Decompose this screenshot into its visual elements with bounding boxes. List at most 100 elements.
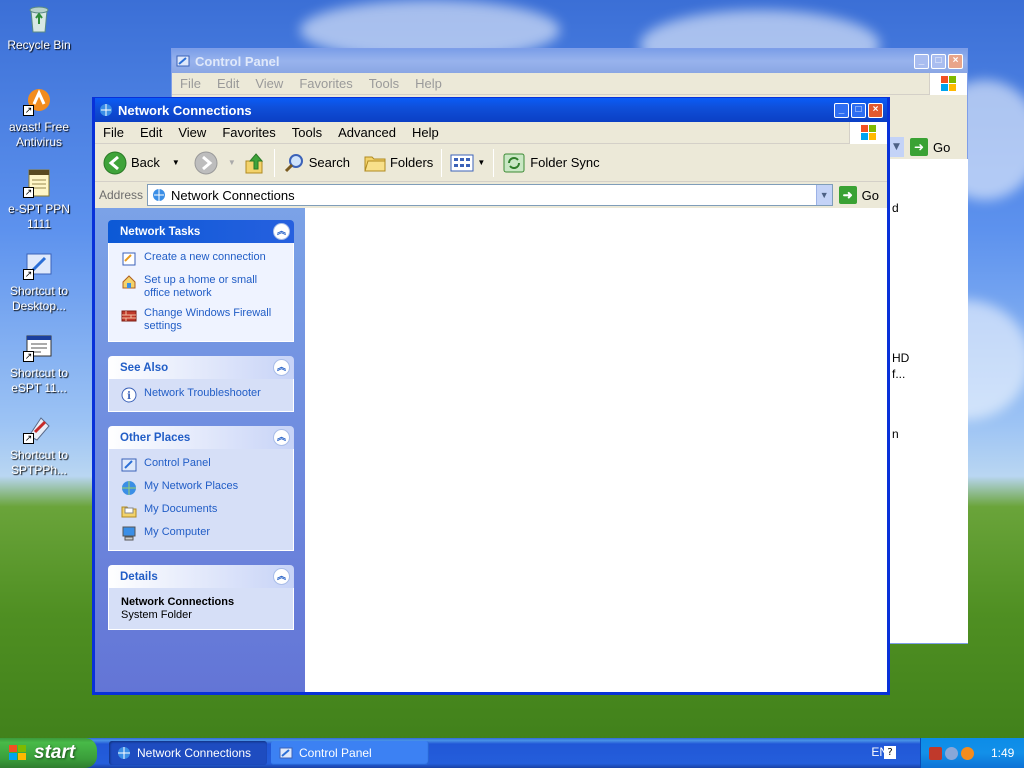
panel-title: See Also [120, 361, 169, 374]
menu-tools[interactable]: Tools [284, 125, 330, 140]
desktop-icon-shortcut-sptpph[interactable]: ↗ Shortcut to SPTPPh... [0, 412, 78, 478]
task-link-home-network[interactable]: Set up a home or small office network [121, 274, 285, 300]
taskbar-button-control-panel[interactable]: Control Panel [271, 741, 429, 765]
close-button[interactable]: × [948, 53, 963, 69]
back-label: Back [131, 155, 160, 170]
shortcut-arrow-icon: ↗ [23, 433, 34, 444]
address-dropdown-button[interactable]: ▼ [815, 185, 832, 205]
menu-tools[interactable]: Tools [361, 76, 407, 91]
menu-advanced[interactable]: Advanced [330, 125, 404, 140]
place-link-my-documents[interactable]: My Documents [121, 503, 285, 519]
network-tray-icon[interactable] [945, 746, 958, 760]
folder-view[interactable] [305, 208, 887, 692]
views-dropdown-icon: ▼ [477, 158, 486, 167]
windows-logo-icon [929, 73, 967, 95]
maximize-button[interactable]: □ [931, 53, 946, 69]
back-button[interactable]: Back ▼ [99, 148, 184, 178]
firewall-icon [121, 310, 137, 322]
views-icon [450, 154, 474, 171]
collapse-chevron-icon[interactable]: ︽ [273, 223, 290, 240]
folders-label: Folders [389, 155, 434, 170]
forward-arrow-icon [194, 151, 218, 174]
forward-dropdown-icon: ▼ [227, 158, 236, 167]
close-button[interactable]: × [868, 102, 883, 118]
panel-header[interactable]: See Also ︽ [108, 356, 294, 379]
menu-help[interactable]: Help [407, 76, 450, 91]
network-connections-window[interactable]: Network Connections _ □ × File Edit View… [92, 97, 890, 695]
back-arrow-icon [103, 151, 127, 174]
volume-icon[interactable] [929, 746, 942, 760]
desktop-icon-shortcut-espt[interactable]: ↗ Shortcut to eSPT 11... [0, 330, 78, 396]
start-button[interactable]: start [0, 738, 97, 768]
folder-sync-icon [503, 153, 525, 172]
taskbar-button-network-connections[interactable]: Network Connections [109, 741, 267, 765]
desktop-icon-shortcut-desktop[interactable]: ↗ Shortcut to Desktop... [0, 248, 78, 314]
task-label: Create a new connection [144, 251, 266, 263]
task-label: Change Windows Firewall settings [144, 307, 272, 332]
menu-view[interactable]: View [247, 76, 291, 91]
menu-bar: File Edit View Favorites Tools Advanced … [95, 122, 887, 144]
address-input[interactable]: Network Connections ▼ [147, 184, 833, 206]
details-panel: Details ︽ Network Connections System Fol… [108, 565, 294, 630]
desktop-icon-label: avast! Free Antivirus [8, 120, 70, 149]
minimize-button[interactable]: _ [834, 102, 849, 118]
control-panel-icon [121, 458, 137, 472]
place-link-my-network-places[interactable]: My Network Places [121, 480, 285, 496]
home-network-icon [122, 275, 136, 289]
menu-favorites[interactable]: Favorites [214, 125, 283, 140]
title-bar[interactable]: Control Panel _ □ × [172, 49, 967, 73]
panel-header[interactable]: Details ︽ [108, 565, 294, 588]
go-arrow-icon: ➜ [838, 186, 857, 204]
avast-tray-icon[interactable] [961, 746, 974, 760]
place-label: My Network Places [144, 480, 239, 492]
menu-edit[interactable]: Edit [132, 125, 170, 140]
panel-header[interactable]: Other Places ︽ [108, 426, 294, 449]
task-pane: Network Tasks ︽ Create a new connection … [95, 208, 305, 692]
menu-file[interactable]: File [172, 76, 209, 91]
desktop-icon-avast[interactable]: ↗ avast! Free Antivirus [0, 84, 78, 150]
desktop-icon-recycle-bin[interactable]: Recycle Bin [0, 2, 78, 53]
panel-title: Other Places [120, 431, 191, 444]
taskbar-button-label: Control Panel [299, 746, 372, 760]
place-link-my-computer[interactable]: My Computer [121, 526, 285, 542]
place-link-control-panel[interactable]: Control Panel [121, 457, 285, 473]
collapse-chevron-icon[interactable]: ︽ [273, 359, 290, 376]
taskbar: start Network Connections Control Panel … [0, 738, 1024, 768]
desktop-icon-label: Recycle Bin [7, 38, 71, 52]
folders-button[interactable]: Folders [360, 148, 437, 178]
task-link-firewall[interactable]: Change Windows Firewall settings [121, 307, 285, 333]
collapse-chevron-icon[interactable]: ︽ [273, 568, 290, 585]
task-label: Network Troubleshooter [144, 387, 261, 399]
back-dropdown-icon[interactable]: ▼ [172, 158, 180, 167]
window-title: Network Connections [118, 102, 252, 118]
go-button[interactable]: ➜ Go [838, 186, 883, 204]
menu-edit[interactable]: Edit [209, 76, 247, 91]
start-label: start [34, 742, 76, 763]
views-button[interactable]: ▼ [446, 148, 489, 178]
language-help-icon[interactable]: ? [884, 746, 896, 759]
go-button[interactable]: ➜ Go [910, 138, 954, 156]
desktop-icon-label: Shortcut to eSPT 11... [9, 366, 69, 395]
control-panel-icon [176, 55, 190, 67]
desktop-icon-espt[interactable]: ↗ e-SPT PPN 1111 [0, 166, 78, 232]
task-link-network-troubleshooter[interactable]: i Network Troubleshooter [121, 387, 285, 403]
place-label: Control Panel [144, 457, 211, 469]
menu-file[interactable]: File [95, 125, 132, 140]
search-button[interactable]: Search [279, 148, 354, 178]
folder-sync-button[interactable]: Folder Sync [498, 148, 603, 178]
menu-view[interactable]: View [170, 125, 214, 140]
collapse-chevron-icon[interactable]: ︽ [273, 429, 290, 446]
minimize-button[interactable]: _ [914, 53, 929, 69]
clock[interactable]: 1:49 [991, 746, 1014, 760]
task-link-create-connection[interactable]: Create a new connection [121, 251, 285, 267]
menu-favorites[interactable]: Favorites [291, 76, 360, 91]
panel-title: Details [120, 570, 158, 583]
address-dropdown-button[interactable]: ▼ [888, 137, 904, 157]
maximize-button[interactable]: □ [851, 102, 866, 118]
up-button[interactable] [240, 148, 270, 178]
forward-button[interactable]: ▼ [190, 148, 240, 178]
menu-help[interactable]: Help [404, 125, 447, 140]
shortcut-arrow-icon: ↗ [23, 269, 34, 280]
title-bar[interactable]: Network Connections _ □ × [95, 98, 887, 122]
panel-header[interactable]: Network Tasks ︽ [108, 220, 294, 243]
